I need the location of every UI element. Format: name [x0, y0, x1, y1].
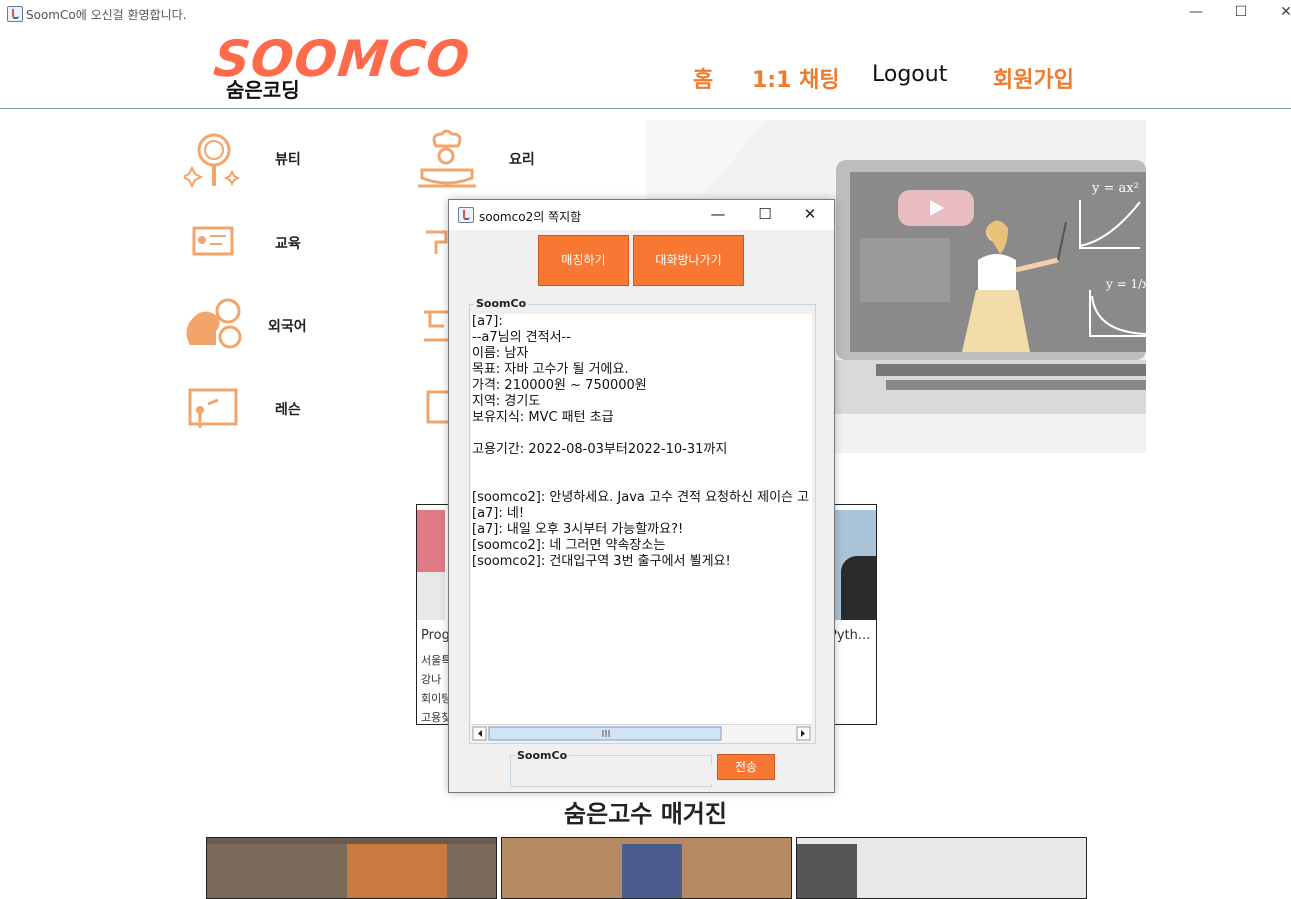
dialog-close-icon[interactable]: ✕ [799, 205, 821, 223]
chat-line [472, 458, 812, 474]
person-silhouette [841, 556, 876, 620]
header-divider [0, 108, 1291, 109]
chat-line: [a7]: 내일 오후 3시부터 가능할까요?! [472, 522, 684, 537]
card-line-4: 고용찾 [421, 711, 452, 724]
nav-chat[interactable]: 1:1 채팅 [752, 62, 840, 94]
minimize-icon[interactable]: — [1184, 4, 1208, 20]
dialog-titlebar[interactable]: soomco2의 쪽지함 — ☐ ✕ [449, 200, 834, 230]
message-dialog[interactable]: soomco2의 쪽지함 — ☐ ✕ 매칭하기 대화방나가기 SoomCo [a… [448, 199, 835, 793]
chat-group-label: SoomCo [474, 297, 529, 310]
window-titlebar: SoomCo에 오신걸 환영합니다. — ☐ ✕ [0, 0, 1291, 28]
magazine-image-1-accent [347, 844, 447, 898]
nav-logout[interactable]: Logout [872, 62, 947, 87]
logo-subtitle: 숨은코딩 [226, 78, 300, 102]
category-label-education[interactable]: 교육 [275, 233, 301, 253]
card-title-right: Pyth... [829, 628, 871, 643]
magazine-image-3-accent [797, 844, 857, 898]
magazine-card-3[interactable] [796, 837, 1087, 899]
match-button[interactable]: 매칭하기 [538, 235, 629, 286]
lesson-board-icon[interactable] [186, 386, 240, 432]
dialog-maximize-icon[interactable]: ☐ [754, 205, 776, 223]
maximize-icon[interactable]: ☐ [1229, 4, 1253, 20]
beauty-mirror-icon[interactable] [184, 128, 242, 190]
chat-log[interactable]: [a7]: --a7님의 견적서-- 이름: 남자 목표: 자바 고수가 될 거… [471, 314, 812, 724]
card-line-3: 회이팅 [421, 692, 452, 705]
dialog-minimize-icon[interactable]: — [707, 205, 729, 223]
chat-line [472, 426, 812, 442]
education-board-icon[interactable] [190, 222, 236, 260]
category-label-lesson[interactable]: 레슨 [275, 399, 301, 419]
close-icon[interactable]: ✕ [1274, 4, 1291, 20]
leave-chat-button[interactable]: 대화방나가기 [633, 235, 744, 286]
category-label-cooking[interactable]: 요리 [509, 149, 535, 169]
chat-line: [soomco2]: 네 그러면 약속장소는 [472, 538, 666, 553]
magazine-image-2-accent [622, 844, 682, 898]
chat-line [472, 474, 812, 490]
chat-line: 고용기간: 2022-08-03부터2022-10-31까지 [472, 442, 728, 457]
message-input[interactable] [511, 764, 712, 784]
chat-line: 지역: 경기도 [472, 394, 541, 409]
magazine-card-2[interactable] [501, 837, 792, 899]
chat-line: 가격: 210000원 ~ 750000원 [472, 378, 647, 393]
chat-line: --a7님의 견적서-- [472, 330, 571, 345]
card-title-left: Prog [421, 628, 450, 643]
scrollbar-graphic [472, 726, 811, 741]
java-app-icon [7, 6, 23, 22]
foreign-language-icon[interactable] [182, 297, 244, 355]
chat-line: 이름: 남자 [472, 346, 529, 361]
send-button[interactable]: 전송 [717, 754, 775, 780]
category-label-language[interactable]: 외국어 [268, 316, 307, 336]
svg-text:y = ax²: y = ax² [1091, 181, 1139, 196]
chat-line: 보유지식: MVC 패턴 초급 [472, 410, 614, 425]
chat-line: [soomco2]: 건대입구역 3번 출구에서 뵐게요! [472, 554, 731, 569]
dialog-title: soomco2의 쪽지함 [479, 210, 582, 224]
chat-line: [a7]: 네! [472, 506, 525, 521]
java-app-icon [458, 207, 474, 223]
magazine-card-1[interactable] [206, 837, 497, 899]
chat-line: [a7]: [472, 314, 503, 329]
card-line-1: 서울특 [421, 654, 452, 667]
window-title: SoomCo에 오신걸 환영합니다. [26, 8, 187, 22]
chat-horizontal-scrollbar[interactable] [471, 724, 812, 742]
category-label-beauty[interactable]: 뷰티 [275, 149, 301, 169]
magazine-title: 숨은고수 매거진 [564, 800, 727, 828]
card-line-2: 강나 [421, 673, 442, 686]
chef-icon[interactable] [416, 128, 478, 190]
card-image-left-bottom [417, 572, 445, 620]
nav-home[interactable]: 홈 [693, 62, 713, 94]
chat-line: 목표: 자바 고수가 될 거에요. [472, 362, 629, 377]
message-group-label: SoomCo [515, 749, 570, 762]
card-image-left [417, 510, 445, 572]
chat-line: [soomco2]: 안녕하세요. Java 고수 견적 요청하신 제이슨 고 [472, 490, 810, 505]
nav-signup[interactable]: 회원가입 [993, 62, 1074, 94]
svg-text:y = 1/x: y = 1/x [1105, 277, 1146, 291]
